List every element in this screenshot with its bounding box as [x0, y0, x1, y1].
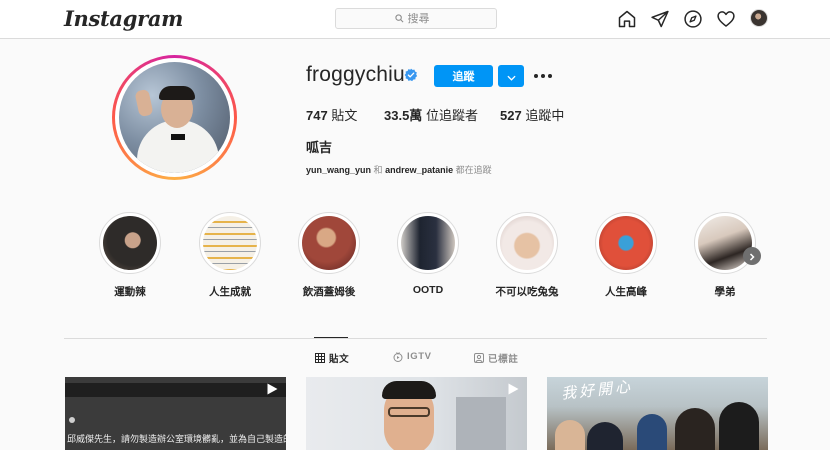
instagram-logo[interactable]: Instagram [64, 6, 183, 31]
video-play-icon [508, 383, 519, 395]
highlight-cover-image [599, 216, 653, 270]
search-box[interactable] [335, 8, 497, 29]
following-count: 527 [500, 108, 522, 123]
story-highlight-2[interactable]: 人生成就 [199, 212, 261, 298]
profile-username: froggychiu [306, 63, 405, 86]
highlight-label: 學弟 [714, 286, 736, 298]
highlight-label: 人生高峰 [605, 286, 647, 298]
video-play-icon [267, 383, 278, 395]
highlight-label: 不可以吃兔兔 [495, 286, 559, 298]
highlight-cover-image [698, 216, 752, 270]
highlight-label: 運動辣 [114, 286, 146, 298]
tabs-divider [64, 338, 767, 339]
posts-count-stat: 747 貼文 [306, 105, 357, 124]
profile-picture [119, 62, 230, 173]
profile-full-name: 呱吉 [306, 140, 333, 155]
current-user-avatar[interactable] [750, 9, 768, 27]
profile-picture-story-ring[interactable] [112, 55, 237, 180]
tagged-icon [474, 353, 484, 363]
active-tab-indicator [314, 337, 348, 338]
tab-tagged-label: 已標註 [488, 354, 519, 365]
explore-compass-icon[interactable] [683, 9, 703, 29]
highlight-label: 飲酒蓋姆後 [302, 286, 356, 298]
more-options-icon[interactable] [534, 67, 552, 85]
home-icon[interactable] [617, 9, 637, 29]
tab-igtv-label: IGTV [407, 351, 432, 362]
search-icon [394, 14, 403, 23]
post-overlay-handwriting: 我好開心 [560, 377, 634, 403]
followers-count-stat[interactable]: 33.5萬 位追蹤者 [384, 105, 478, 124]
highlight-label: OOTD [412, 284, 444, 296]
top-navigation-bar: Instagram [0, 0, 830, 39]
activity-heart-icon[interactable] [716, 9, 736, 29]
followed-by-user-1[interactable]: yun_wang_yun [306, 165, 371, 175]
tab-posts-label: 貼文 [329, 354, 350, 365]
followers-count: 33.5萬 [384, 108, 423, 123]
suggested-accounts-dropdown-button[interactable] [498, 65, 524, 87]
tab-tagged[interactable]: 已標註 [474, 351, 518, 365]
highlights-next-button[interactable] [743, 247, 761, 265]
grid-icon [315, 353, 325, 363]
story-highlight-5[interactable]: 不可以吃兔兔 [496, 212, 559, 298]
following-count-stat[interactable]: 527 追蹤中 [500, 105, 564, 124]
highlight-cover-image [203, 216, 257, 270]
following-label: 追蹤中 [525, 108, 565, 123]
post-thumbnail-3[interactable]: 我好開心 [547, 377, 768, 450]
follow-button[interactable]: 追蹤 [434, 65, 493, 87]
post-caption-overlay: 邱威傑先生，請勿製造辦公室環境髒亂，並為自己製造的髒 [67, 434, 286, 444]
highlight-cover-image [302, 216, 356, 270]
posts-count: 747 [306, 108, 328, 123]
story-highlight-3[interactable]: 飲酒蓋姆後 [298, 212, 360, 298]
followers-label: 位追蹤者 [425, 108, 478, 123]
verified-badge-icon [404, 68, 418, 82]
direct-message-icon[interactable] [650, 9, 670, 29]
highlight-cover-image [500, 216, 554, 270]
highlight-label: 人生成就 [209, 286, 251, 298]
story-highlight-1[interactable]: 運動辣 [99, 212, 161, 298]
followed-by-user-2[interactable]: andrew_patanie [385, 165, 453, 175]
tab-posts[interactable]: 貼文 [315, 351, 349, 365]
tab-igtv[interactable]: IGTV [393, 351, 432, 362]
chevron-right-icon [749, 252, 755, 261]
story-highlight-7[interactable]: 學弟 [694, 212, 756, 298]
igtv-icon [393, 351, 403, 362]
post-thumbnail-2[interactable] [306, 377, 527, 450]
highlight-cover-image [103, 216, 157, 270]
followed-by-text[interactable]: yun_wang_yun 和 andrew_patanie 都在追蹤 [306, 163, 492, 176]
search-input[interactable] [407, 12, 438, 25]
posts-label: 貼文 [331, 108, 358, 123]
story-highlight-4[interactable]: OOTD [397, 212, 459, 296]
chevron-down-icon [506, 75, 516, 81]
post-thumbnail-1[interactable]: 邱威傑先生，請勿製造辦公室環境髒亂，並為自己製造的髒 [65, 377, 286, 450]
story-highlight-6[interactable]: 人生高峰 [595, 212, 657, 298]
highlight-cover-image [401, 216, 455, 270]
